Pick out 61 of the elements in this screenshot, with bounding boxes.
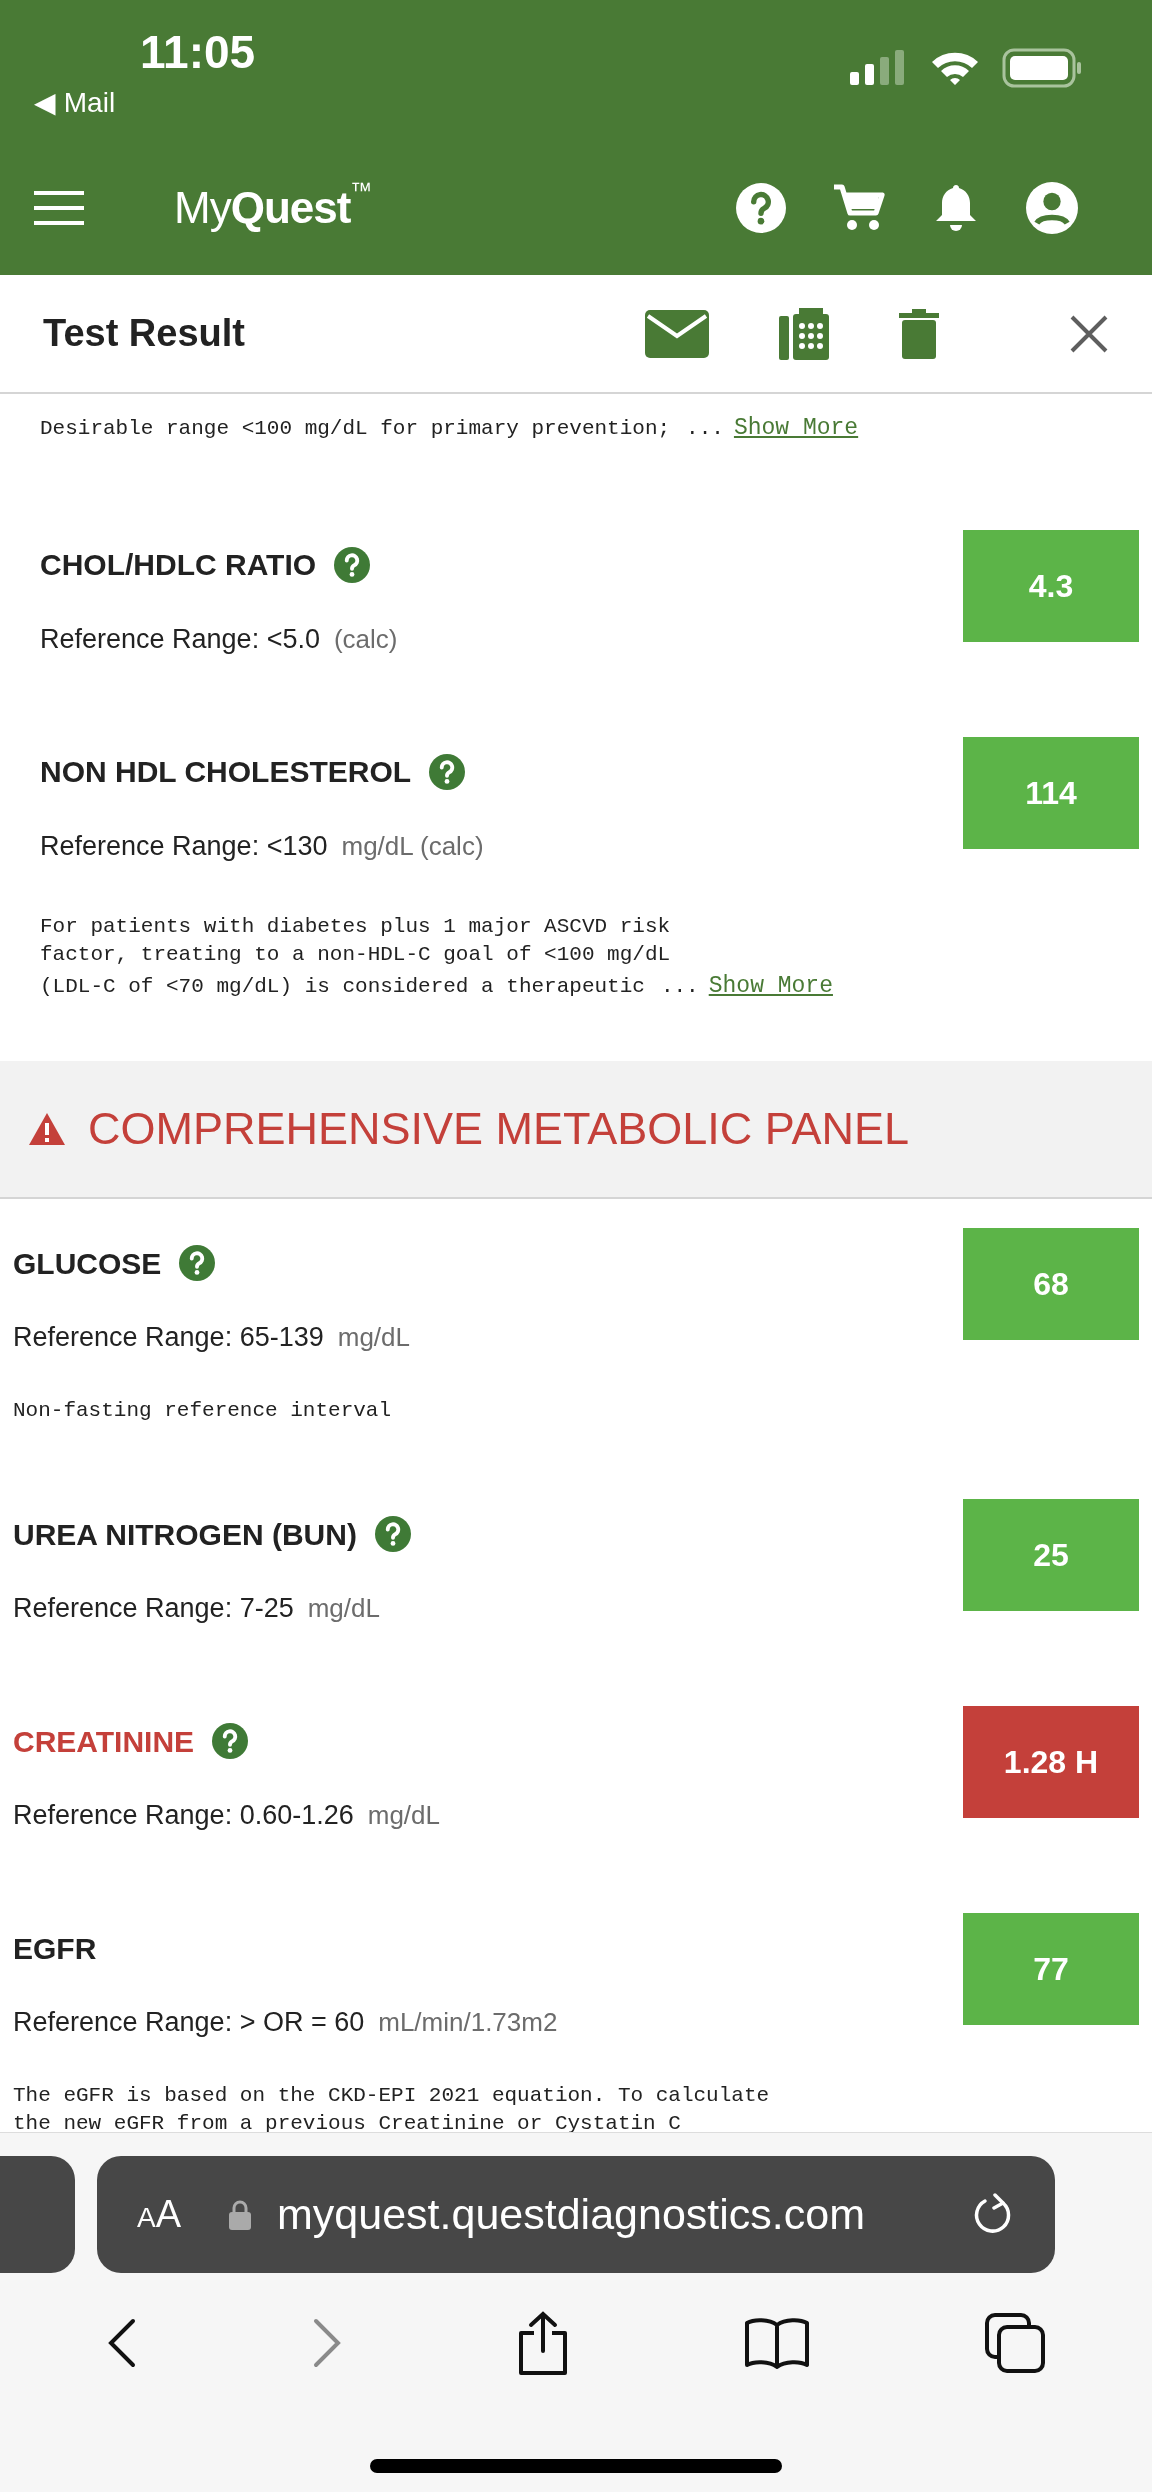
result-value: 77 [963, 1913, 1139, 2025]
help-icon[interactable] [334, 546, 371, 583]
test-name: EGFR [13, 1930, 97, 1967]
address-bar[interactable]: AA myquest.questdiagnostics.com [97, 2156, 1055, 2273]
account-icon[interactable] [1026, 181, 1078, 234]
help-icon[interactable] [179, 1245, 216, 1281]
result-value: 114 [963, 736, 1139, 849]
bell-icon[interactable] [934, 182, 978, 233]
reference-range: Reference Range: <5.0 [40, 623, 320, 654]
close-icon[interactable] [1069, 313, 1109, 354]
result-value: 1.28 H [963, 1706, 1139, 1818]
test-name: CHOL/HDLC RATIO [40, 547, 317, 583]
show-more-link[interactable]: Show More [733, 415, 859, 441]
reference-range: Reference Range: > OR = 60 [13, 2007, 365, 2037]
help-icon[interactable] [429, 753, 466, 790]
lock-icon [229, 2199, 252, 2230]
units-text: mg/dL (calc) [341, 830, 484, 861]
test-name: GLUCOSE [13, 1245, 162, 1282]
result-value: 4.3 [963, 529, 1139, 642]
reference-range: Reference Range: 0.60-1.26 [13, 1800, 354, 1830]
forward-icon[interactable] [312, 2318, 343, 2368]
tabs-icon[interactable] [984, 2313, 1045, 2373]
help-icon[interactable] [374, 1516, 411, 1552]
bookmarks-icon[interactable] [743, 2317, 810, 2369]
show-more-link[interactable]: Show More [708, 972, 833, 999]
result-value: 68 [963, 1228, 1139, 1340]
wifi-icon [930, 50, 980, 86]
units-text: (calc) [333, 623, 398, 654]
battery-icon [1002, 48, 1082, 88]
back-to-app-link[interactable]: ◀ Mail [34, 82, 116, 124]
note-text: Non-fasting reference interval [13, 1399, 392, 1422]
back-icon[interactable] [107, 2318, 138, 2368]
units-text: mg/dL [307, 1593, 380, 1623]
section-heading: COMPREHENSIVE METABOLIC PANEL [88, 1102, 909, 1157]
fax-icon[interactable] [779, 307, 829, 360]
help-icon[interactable] [212, 1723, 249, 1759]
mail-icon[interactable] [645, 309, 709, 358]
reference-range: Reference Range: 65-139 [13, 1322, 324, 1352]
tab-preview[interactable] [0, 2156, 75, 2273]
units-text: mL/min/1.73m2 [378, 2007, 558, 2037]
result-value: 25 [963, 1499, 1139, 1611]
app-logo: MyQuest$^{™}$ [174, 177, 372, 234]
url-text: myquest.questdiagnostics.com [277, 2189, 865, 2241]
test-name: NON HDL CHOLESTEROL [40, 754, 412, 790]
page-title: Test Result [43, 311, 245, 356]
ellipsis-text: ... [686, 417, 724, 440]
ellipsis-text: ... [660, 974, 699, 998]
status-time: 11:05 [140, 25, 256, 80]
trash-icon[interactable] [899, 308, 939, 359]
text-size-button[interactable]: AA [137, 2186, 182, 2243]
units-text: mg/dL [337, 1322, 410, 1352]
menu-icon[interactable] [34, 190, 84, 225]
share-icon[interactable] [517, 2311, 569, 2375]
test-name: CREATININE [13, 1723, 195, 1760]
reference-range: Reference Range: 7-25 [13, 1593, 294, 1623]
help-icon[interactable] [736, 182, 786, 233]
cart-icon[interactable] [834, 182, 886, 233]
reference-range: Reference Range: <130 [40, 830, 328, 861]
test-name: UREA NITROGEN (BUN) [13, 1516, 357, 1553]
note-text: Desirable range <100 mg/dL for primary prevention; [40, 417, 671, 440]
units-text: mg/dL [367, 1800, 440, 1830]
